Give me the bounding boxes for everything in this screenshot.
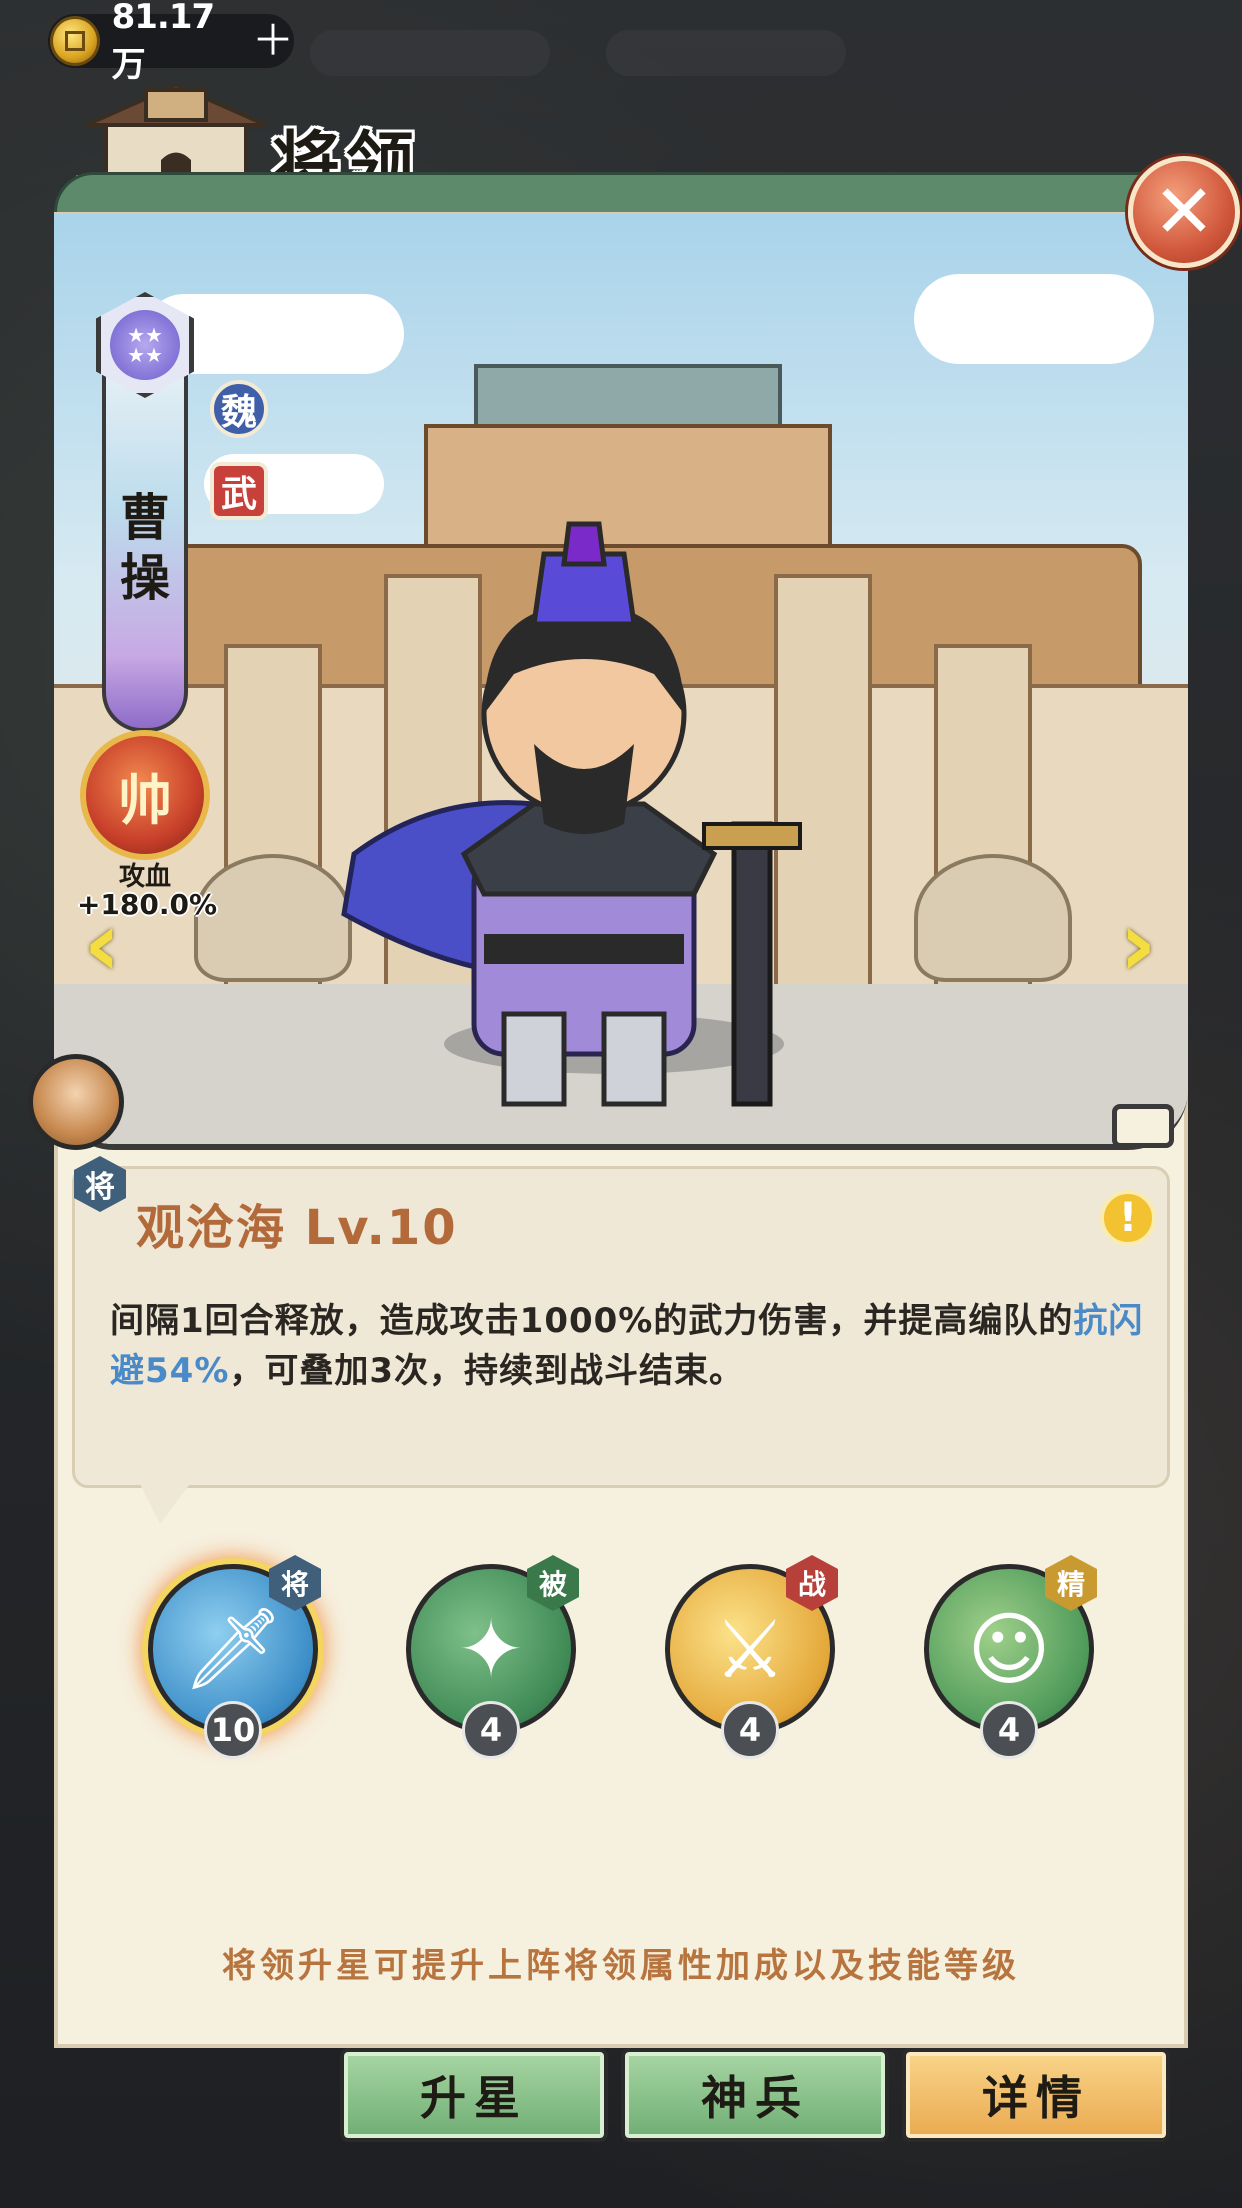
skill-description: 间隔1回合释放，造成攻击1000%的武力伤害，并提高编队的抗闪避54%，可叠加3… [110,1296,1160,1396]
advisor-avatar[interactable] [28,1054,124,1150]
general-name-char: 操 [120,549,170,607]
skill-icon-button[interactable]: ⚔ 战 4 [665,1555,838,1759]
faction-tag: 魏 [210,380,268,438]
scene-corner-decoration [1112,1104,1174,1148]
coin-balance[interactable]: 81.17万 ＋ [48,0,294,85]
tab-star-up[interactable]: 升星 [340,2048,608,2142]
commander-badge[interactable]: 帅 [80,730,210,860]
star-icon: ★★ ★★ [110,310,180,380]
star-up-hint: 将领升星可提升上阵将领属性加成以及技能等级 [222,1946,1020,1986]
prev-general-button[interactable]: ‹ [72,900,132,990]
skill-desc-text: ，可叠加3次，持续到战斗结束。 [229,1351,745,1391]
skill-icon-button[interactable]: ✦ 被 4 [406,1555,579,1759]
tab-divine-weapon[interactable]: 神兵 [621,2048,889,2142]
skill-info-button[interactable]: ! [1100,1190,1156,1246]
general-name-char: 曹 [120,489,170,547]
general-character-portrait [341,521,802,1107]
skill-icon-button[interactable]: 🗡 将 10 [148,1555,321,1759]
dimmed-resource-bar [310,30,550,76]
dimmed-resource-bar [606,30,846,76]
skill-level-badge: 4 [980,1701,1038,1759]
skill-level-badge: 4 [462,1701,520,1759]
type-tag: 武 [210,462,268,520]
copper-coin-icon [50,16,100,66]
tab-details[interactable]: 详情 [902,2048,1170,2142]
skill-title: 观沧海 Lv.10 [136,1200,458,1256]
next-general-button[interactable]: › [1108,900,1168,990]
add-coins-icon[interactable]: ＋ [252,20,294,62]
skill-icon-button[interactable]: ☺ 精 4 [924,1555,1097,1759]
skill-level-badge: 4 [721,1701,779,1759]
general-name-banner: 曹 操 [102,360,188,732]
skill-desc-text: 间隔1回合释放，造成攻击1000%的武力伤害，并提高编队的 [110,1301,1074,1341]
skill-box-tail [140,1484,190,1524]
general-scene [54,214,1188,1150]
close-button[interactable]: ✕ [1128,156,1240,268]
skill-level-badge: 10 [204,1701,262,1759]
header-hill-decoration [54,172,1188,216]
